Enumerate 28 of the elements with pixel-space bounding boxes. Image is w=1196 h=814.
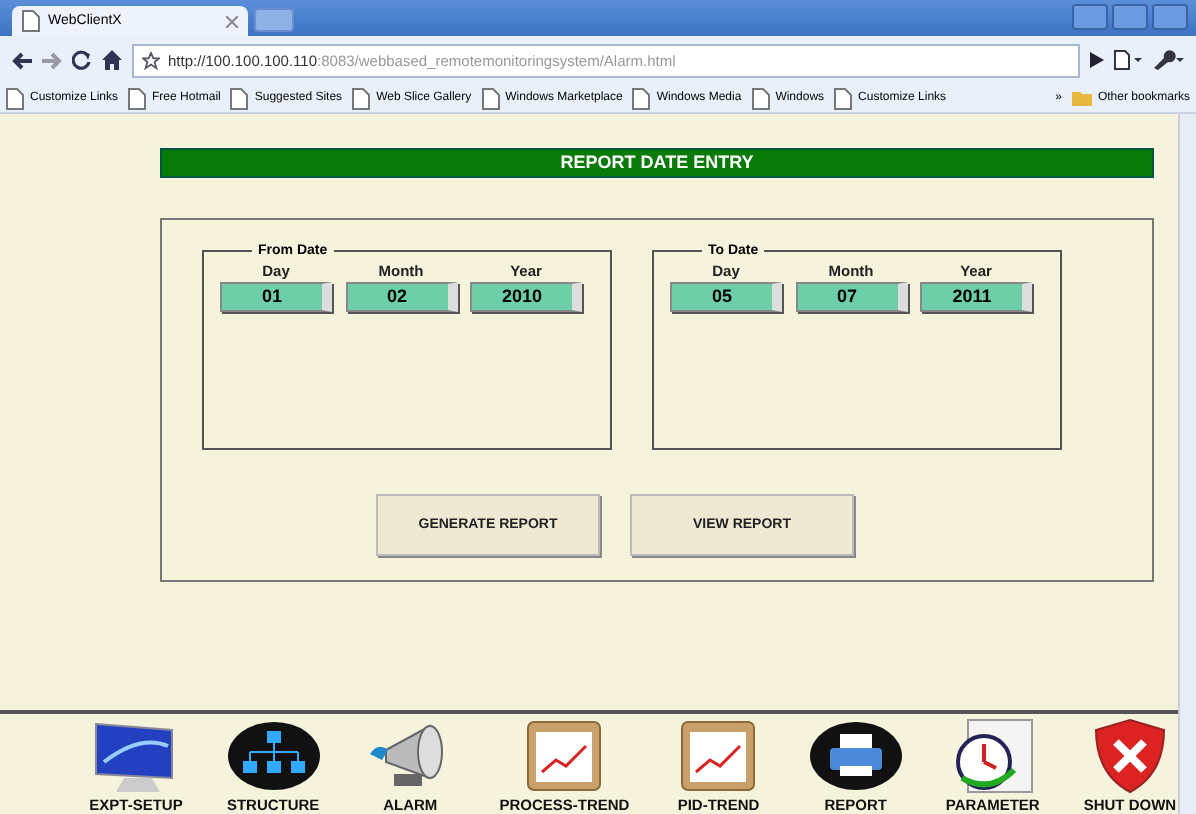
page-icon xyxy=(128,87,147,109)
printer-icon xyxy=(807,718,904,794)
date-spinner-field[interactable]: 07 xyxy=(795,282,907,312)
page-icon xyxy=(751,87,770,109)
date-spinner-field[interactable]: 01 xyxy=(220,282,332,312)
date-spinner-field[interactable]: 02 xyxy=(345,282,457,312)
page-icon xyxy=(6,87,24,109)
network-icon xyxy=(225,718,322,794)
page-icon xyxy=(632,87,651,109)
vertical-scrollbar[interactable] xyxy=(1178,114,1196,814)
wrench-icon[interactable] xyxy=(1152,50,1184,70)
page-icon xyxy=(230,87,249,109)
date-spinner-field[interactable]: 2010 xyxy=(470,282,582,312)
star-icon[interactable] xyxy=(142,51,160,69)
page-icon xyxy=(352,87,371,109)
play-icon[interactable] xyxy=(1090,52,1104,68)
folder-icon xyxy=(1071,90,1092,106)
page-icon xyxy=(22,10,40,32)
date-spinner-field[interactable]: 2011 xyxy=(920,282,1032,312)
page-icon xyxy=(481,87,500,109)
page-title: REPORT DATE ENTRY xyxy=(160,148,1154,178)
home-icon[interactable] xyxy=(102,50,122,70)
back-icon[interactable] xyxy=(12,51,32,69)
date-spinner-field[interactable]: 05 xyxy=(670,282,782,312)
page-icon xyxy=(834,87,853,109)
close-icon[interactable] xyxy=(226,15,238,27)
page-menu-icon[interactable] xyxy=(1114,50,1142,70)
reload-icon[interactable] xyxy=(72,50,92,70)
